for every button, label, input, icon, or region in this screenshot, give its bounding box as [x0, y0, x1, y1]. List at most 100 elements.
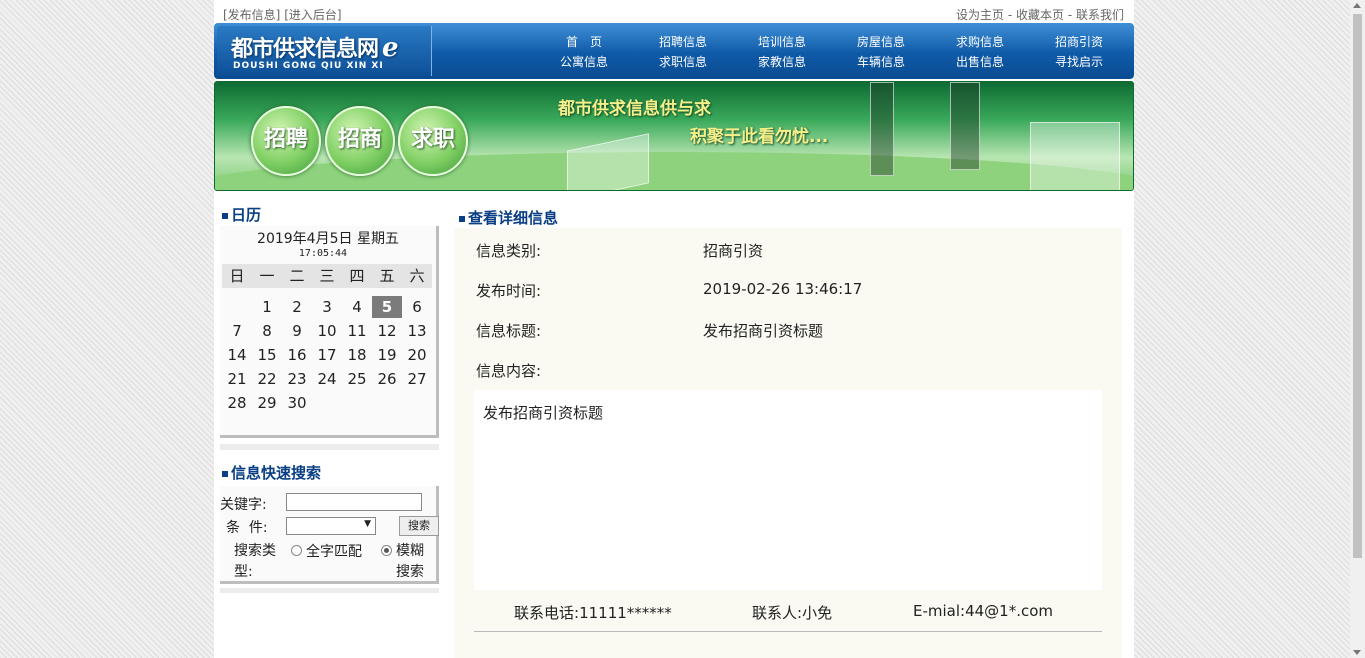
calendar-weekday: 五: [372, 264, 402, 288]
nav-home[interactable]: 首 页: [544, 33, 624, 50]
top-right-links: 设为主页 - 收藏本页 - 联系我们: [956, 6, 1124, 23]
nav-apartment[interactable]: 公寓信息: [544, 53, 624, 70]
divider: [474, 631, 1102, 632]
info-category-value: 招商引资: [703, 242, 764, 260]
banner-job-seek-button[interactable]: 求职: [398, 106, 468, 176]
publish-info-link[interactable]: [发布信息]: [223, 8, 280, 22]
calendar-day[interactable]: 29: [252, 392, 282, 414]
nav-housing[interactable]: 房屋信息: [841, 33, 921, 50]
calendar-date: 2019年4月5日 星期五: [257, 231, 399, 247]
bookmark-link[interactable]: 收藏本页: [1016, 8, 1064, 22]
banner-investment-button[interactable]: 招商: [325, 106, 395, 176]
calendar-day[interactable]: 14: [222, 344, 252, 366]
scroll-up-icon[interactable]: [1353, 3, 1361, 8]
calendar-day[interactable]: 27: [402, 368, 432, 390]
top-left-links: [发布信息] [进入后台]: [223, 6, 342, 23]
enter-admin-link[interactable]: [进入后台]: [284, 8, 341, 22]
logo-e-mark: e: [382, 33, 399, 63]
calendar-day[interactable]: 7: [222, 320, 252, 342]
calendar-day[interactable]: 19: [372, 344, 402, 366]
fuzzy-search-label: 模糊搜索: [396, 543, 424, 580]
nav-training[interactable]: 培训信息: [742, 33, 822, 50]
calendar-day[interactable]: 24: [312, 368, 342, 390]
condition-label: 条 件:: [226, 520, 268, 536]
banner-figure: [870, 82, 894, 176]
calendar-day[interactable]: 6: [402, 296, 432, 318]
calendar-day[interactable]: 17: [312, 344, 342, 366]
nav-purchase[interactable]: 求购信息: [940, 33, 1020, 50]
calendar-day[interactable]: 2: [282, 296, 312, 318]
nav-recruit[interactable]: 招聘信息: [643, 33, 723, 50]
banner-slogan-2: 积聚于此看勿忧...: [690, 127, 829, 147]
nav-lost-found[interactable]: 寻找启示: [1039, 53, 1119, 70]
calendar-day[interactable]: 18: [342, 344, 372, 366]
calendar-day[interactable]: 22: [252, 368, 282, 390]
set-homepage-link[interactable]: 设为主页: [956, 8, 1004, 22]
contact-email: E-mial:44@1*.com: [913, 602, 1054, 620]
calendar-day[interactable]: 16: [282, 344, 312, 366]
calendar-day[interactable]: 26: [372, 368, 402, 390]
page: [发布信息] [进入后台] 设为主页 - 收藏本页 - 联系我们 都市供求信息网…: [214, 0, 1134, 658]
calendar-day[interactable]: 3: [312, 296, 342, 318]
logo-subtitle: DOUSHI GONG QIU XIN XI: [233, 61, 384, 71]
scrollbar-thumb[interactable]: [1353, 14, 1362, 558]
fuzzy-search-radio[interactable]: [381, 545, 392, 556]
divider: [220, 588, 439, 593]
search-type-label: 搜索类型:: [234, 543, 276, 580]
calendar-day[interactable]: 12: [372, 320, 402, 342]
banner-recruit-button[interactable]: 招聘: [251, 106, 321, 176]
calendar-day[interactable]: 23: [282, 368, 312, 390]
vertical-scrollbar[interactable]: [1350, 0, 1365, 658]
banner-building: [567, 133, 649, 190]
contact-person: 联系人:小免: [752, 604, 833, 622]
calendar-weekday: 四: [342, 264, 372, 288]
calendar-day[interactable]: 11: [342, 320, 372, 342]
info-title-value: 发布招商引资标题: [703, 322, 824, 340]
calendar-day[interactable]: 25: [342, 368, 372, 390]
calendar-day[interactable]: 13: [402, 320, 432, 342]
publish-time-value: 2019-02-26 13:46:17: [703, 280, 863, 298]
nav-job-seek[interactable]: 求职信息: [643, 53, 723, 70]
search-button[interactable]: 搜索: [399, 516, 439, 536]
info-content-text: 发布招商引资标题: [483, 404, 604, 422]
banner-building: [1030, 122, 1120, 190]
calendar-day[interactable]: 20: [402, 344, 432, 366]
nav-investment[interactable]: 招商引资: [1039, 33, 1119, 50]
calendar-day[interactable]: 21: [222, 368, 252, 390]
calendar-day[interactable]: 10: [312, 320, 342, 342]
calendar-day[interactable]: 9: [282, 320, 312, 342]
top-bar: [发布信息] [进入后台] 设为主页 - 收藏本页 - 联系我们: [214, 0, 1134, 22]
calendar-day[interactable]: 28: [222, 392, 252, 414]
calendar-day[interactable]: 4: [342, 296, 372, 318]
exact-match-radio[interactable]: [291, 545, 302, 556]
logo-title: 都市供求信息网 e: [231, 33, 399, 63]
banner-slogan-1: 都市供求信息供与求: [558, 99, 711, 119]
publish-time-label: 发布时间:: [476, 282, 542, 300]
bullet-square-icon: [459, 215, 465, 222]
keyword-label: 关键字:: [220, 497, 267, 513]
banner-figure: [950, 82, 980, 170]
scroll-down-icon[interactable]: [1353, 650, 1361, 655]
nav-tutor[interactable]: 家教信息: [742, 53, 822, 70]
contact-us-link[interactable]: 联系我们: [1076, 8, 1124, 22]
calendar-day[interactable]: 30: [282, 392, 312, 414]
condition-select[interactable]: ▼: [286, 517, 376, 535]
site-logo[interactable]: 都市供求信息网 e DOUSHI GONG QIU XIN XI: [217, 26, 432, 76]
calendar-day[interactable]: 8: [252, 320, 282, 342]
calendar-weekday: 三: [312, 264, 342, 288]
calendar-weekday: 一: [252, 264, 282, 288]
contact-phone: 联系电话:11111******: [514, 604, 672, 622]
keyword-input[interactable]: [286, 493, 422, 511]
info-content-box: 发布招商引资标题: [474, 390, 1102, 590]
info-category-label: 信息类别:: [476, 242, 542, 260]
chevron-down-icon: ▼: [364, 519, 371, 529]
info-content-label: 信息内容:: [476, 362, 542, 380]
calendar-day[interactable]: 15: [252, 344, 282, 366]
calendar-day[interactable]: 1: [252, 296, 282, 318]
link-separator: -: [1064, 8, 1076, 22]
exact-match-label: 全字匹配: [306, 544, 362, 560]
nav-vehicle[interactable]: 车辆信息: [841, 53, 921, 70]
nav-sale[interactable]: 出售信息: [940, 53, 1020, 70]
hero-banner: 招聘 招商 求职 都市供求信息供与求 积聚于此看勿忧...: [214, 81, 1134, 191]
calendar-day-today[interactable]: 5: [372, 296, 402, 318]
